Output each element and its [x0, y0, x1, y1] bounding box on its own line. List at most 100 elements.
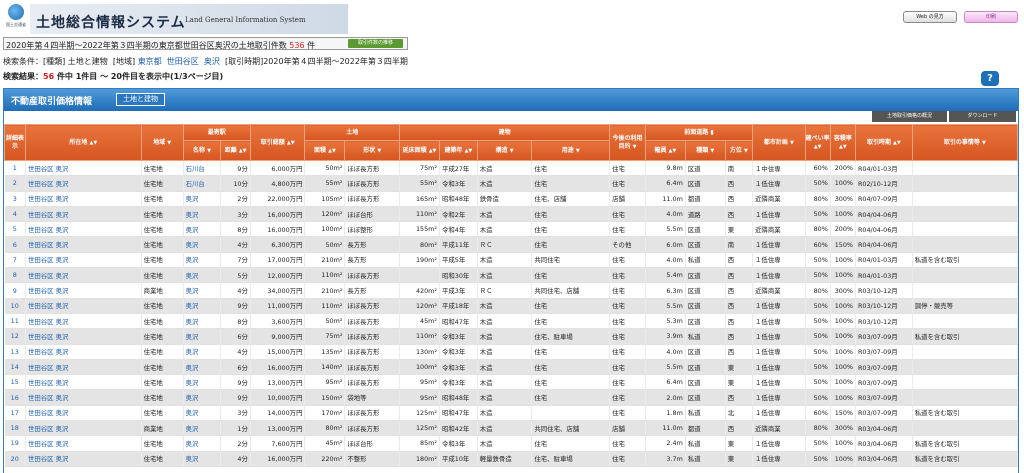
- location-city-link[interactable]: 世田谷区: [28, 379, 54, 387]
- location-city-link[interactable]: 世田谷区: [28, 195, 54, 203]
- cell-no[interactable]: 14: [4, 359, 26, 376]
- location-city-link[interactable]: 世田谷区: [28, 211, 54, 219]
- location-city-link[interactable]: 世田谷区: [28, 455, 54, 463]
- cell-station[interactable]: 奥沢: [183, 191, 222, 207]
- location-town-link[interactable]: 奥沢: [56, 348, 69, 356]
- cell-station[interactable]: 奥沢: [183, 236, 222, 253]
- col-built-year[interactable]: 建築年 ▲▼: [438, 140, 478, 161]
- col-land-shape[interactable]: 形状 ▼: [344, 140, 401, 161]
- location-city-link[interactable]: 世田谷区: [28, 333, 54, 341]
- cell-station[interactable]: 石川台: [183, 160, 222, 177]
- col-city-plan[interactable]: 都市計画 ▼: [752, 124, 806, 161]
- location-city-link[interactable]: 世田谷区: [28, 425, 54, 433]
- cell-station[interactable]: 奥沢: [183, 328, 222, 345]
- area-town-link[interactable]: 奥沢: [204, 57, 220, 66]
- cell-station[interactable]: 奥沢: [183, 435, 222, 452]
- location-town-link[interactable]: 奥沢: [56, 226, 69, 234]
- col-road-type[interactable]: 種類 ▼: [684, 140, 726, 161]
- location-town-link[interactable]: 奥沢: [56, 318, 69, 326]
- location-city-link[interactable]: 世田谷区: [28, 272, 54, 280]
- cell-loc[interactable]: 世田谷区 奥沢: [25, 451, 142, 467]
- cell-loc[interactable]: 世田谷区 奥沢: [25, 405, 142, 422]
- road-chart-icon[interactable]: ▮: [710, 129, 713, 136]
- location-town-link[interactable]: 奥沢: [56, 241, 69, 249]
- cell-no[interactable]: 3: [4, 191, 26, 207]
- cell-no[interactable]: 7: [4, 252, 26, 269]
- col-bcr[interactable]: 建ぺい率 ▲▼: [804, 124, 831, 161]
- cell-loc[interactable]: 世田谷区 奥沢: [25, 435, 142, 452]
- site-title-banner[interactable]: 土地総合情報システム Land General Information Syst…: [30, 4, 348, 34]
- location-city-link[interactable]: 世田谷区: [28, 364, 54, 372]
- col-station-dist[interactable]: 距離 ▲▼: [220, 140, 251, 161]
- location-city-link[interactable]: 世田谷区: [28, 318, 54, 326]
- location-city-link[interactable]: 世田谷区: [28, 302, 54, 310]
- cell-no[interactable]: 8: [4, 267, 26, 284]
- location-town-link[interactable]: 奥沢: [56, 440, 69, 448]
- location-town-link[interactable]: 奥沢: [56, 379, 69, 387]
- col-total-price[interactable]: 取引総額 ▲▼: [249, 124, 306, 161]
- cell-no[interactable]: 20: [4, 451, 26, 467]
- cell-loc[interactable]: 世田谷区 奥沢: [25, 236, 142, 253]
- col-far[interactable]: 容積率 ▲▼: [829, 124, 856, 161]
- location-city-link[interactable]: 世田谷区: [28, 226, 54, 234]
- cell-station[interactable]: 石川台: [183, 175, 222, 192]
- location-town-link[interactable]: 奥沢: [56, 333, 69, 341]
- cell-loc[interactable]: 世田谷区 奥沢: [25, 420, 142, 437]
- location-town-link[interactable]: 奥沢: [56, 287, 69, 295]
- cell-no[interactable]: 15: [4, 374, 26, 391]
- cell-station[interactable]: 奥沢: [183, 206, 222, 223]
- col-location[interactable]: 所在地 ▲▼: [25, 124, 142, 161]
- col-road-width[interactable]: 幅員 ▲▼: [644, 140, 686, 161]
- cell-no[interactable]: 9: [4, 282, 26, 299]
- col-station-name[interactable]: 名称 ▼: [182, 140, 222, 161]
- cell-loc[interactable]: 世田谷区 奥沢: [25, 374, 142, 391]
- help-icon[interactable]: ?: [981, 71, 999, 86]
- col-period[interactable]: 取引時期 ▲▼: [854, 124, 913, 161]
- cell-loc[interactable]: 世田谷区 奥沢: [25, 389, 142, 406]
- cell-loc[interactable]: 世田谷区 奥沢: [25, 191, 142, 207]
- area-city-link[interactable]: 世田谷区: [167, 57, 199, 66]
- location-city-link[interactable]: 世田谷区: [28, 409, 54, 417]
- location-city-link[interactable]: 世田谷区: [28, 348, 54, 356]
- location-town-link[interactable]: 奥沢: [56, 394, 69, 402]
- col-land-area[interactable]: 面積 ▲▼: [304, 140, 346, 161]
- location-town-link[interactable]: 奥沢: [56, 302, 69, 310]
- cell-no[interactable]: 18: [4, 420, 26, 437]
- location-town-link[interactable]: 奥沢: [56, 409, 69, 417]
- location-town-link[interactable]: 奥沢: [56, 195, 69, 203]
- location-town-link[interactable]: 奥沢: [56, 364, 69, 372]
- location-town-link[interactable]: 奥沢: [56, 272, 69, 280]
- location-town-link[interactable]: 奥沢: [56, 256, 69, 264]
- cell-station[interactable]: 奥沢: [183, 344, 222, 360]
- cell-loc[interactable]: 世田谷区 奥沢: [25, 160, 142, 177]
- cell-station[interactable]: 奥沢: [183, 267, 222, 284]
- location-city-link[interactable]: 世田谷区: [28, 256, 54, 264]
- cell-loc[interactable]: 世田谷区 奥沢: [25, 221, 142, 238]
- col-district[interactable]: 地域 ▼: [140, 124, 184, 161]
- cell-no[interactable]: 5: [4, 221, 26, 238]
- cell-station[interactable]: 奥沢: [183, 374, 222, 391]
- cell-no[interactable]: 2: [4, 175, 26, 192]
- cell-loc[interactable]: 世田谷区 奥沢: [25, 344, 142, 360]
- cell-station[interactable]: 奥沢: [183, 420, 222, 437]
- download-button[interactable]: ダウンロード: [949, 111, 1016, 122]
- cell-no[interactable]: 17: [4, 405, 26, 422]
- cell-loc[interactable]: 世田谷区 奥沢: [25, 206, 142, 223]
- location-town-link[interactable]: 奥沢: [56, 455, 69, 463]
- cell-station[interactable]: 奥沢: [183, 282, 222, 299]
- cell-no[interactable]: 13: [4, 344, 26, 360]
- cell-no[interactable]: 1: [4, 160, 26, 177]
- cell-no[interactable]: 10: [4, 298, 26, 314]
- col-floor-area[interactable]: 延床面積 ▲▼: [399, 140, 440, 161]
- cell-station[interactable]: 奥沢: [183, 252, 222, 269]
- location-city-link[interactable]: 世田谷区: [28, 394, 54, 402]
- cell-loc[interactable]: 世田谷区 奥沢: [25, 359, 142, 376]
- col-circumstances[interactable]: 取引の事情等 ▼: [911, 124, 1018, 161]
- cell-station[interactable]: 奥沢: [183, 298, 222, 314]
- cell-station[interactable]: 奥沢: [183, 451, 222, 467]
- location-city-link[interactable]: 世田谷区: [28, 440, 54, 448]
- location-city-link[interactable]: 世田谷区: [28, 165, 54, 173]
- cell-no[interactable]: 12: [4, 328, 26, 345]
- cell-no[interactable]: 11: [4, 313, 26, 330]
- cell-no[interactable]: 19: [4, 435, 26, 452]
